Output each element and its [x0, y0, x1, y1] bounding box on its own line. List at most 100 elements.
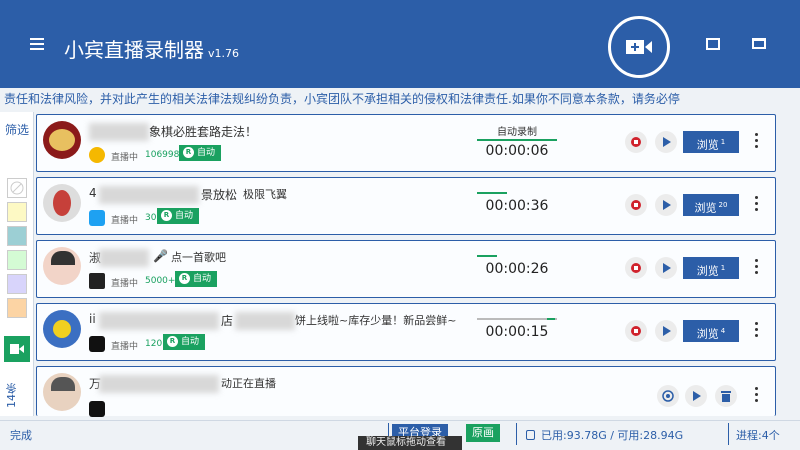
- mic-icon: 🎤: [153, 249, 168, 263]
- record-toggle-button[interactable]: [657, 385, 679, 407]
- disclaimer-marquee: 责任和法律风险，并对此产生的相关法律法规纠纷负责，小宾团队不承担相关的侵权和法律…: [4, 92, 680, 106]
- stop-record-icon: [631, 200, 641, 210]
- avatar: [43, 121, 81, 159]
- avatar: [43, 373, 81, 411]
- play-icon: [693, 391, 701, 401]
- more-menu-icon[interactable]: [753, 259, 759, 277]
- disk-icon: [526, 430, 535, 440]
- stream-title: 象棋必胜套路走法！: [149, 125, 258, 139]
- redacted-name: [235, 312, 295, 330]
- play-button[interactable]: [655, 257, 677, 279]
- menu-icon[interactable]: [30, 38, 44, 50]
- play-button[interactable]: [655, 320, 677, 342]
- stream-subtitle: 极限飞翼: [243, 188, 287, 201]
- stream-card[interactable]: 淑 🎤 点一首歌吧 直播中 5000+ 自动 00:00:26 浏览1: [36, 240, 776, 298]
- record-label: 自动录制: [497, 127, 537, 138]
- redacted-name: [99, 375, 219, 393]
- stop-record-icon: [631, 326, 641, 336]
- filter-swatch-orange[interactable]: [7, 298, 27, 318]
- more-menu-icon[interactable]: [753, 387, 759, 405]
- live-status: 直播中: [111, 279, 139, 289]
- divider: [516, 423, 517, 445]
- play-button[interactable]: [655, 194, 677, 216]
- app-title: 小宾直播录制器 v1.76: [64, 38, 240, 62]
- stop-record-button[interactable]: [625, 194, 647, 216]
- play-icon: [663, 137, 671, 147]
- viewer-count: 5000+: [145, 276, 176, 286]
- stream-title-start: ii: [89, 312, 96, 326]
- stream-card[interactable]: 4 景放松 极限飞翼 直播中 30 自动 00:00:36 浏览20: [36, 177, 776, 235]
- video-icon: [10, 344, 24, 354]
- process-count: 进程:4个: [736, 429, 780, 442]
- avatar: [43, 310, 81, 348]
- more-menu-icon[interactable]: [753, 322, 759, 340]
- stream-card[interactable]: 万 动正在直播: [36, 366, 776, 417]
- auto-record-badge[interactable]: 自动: [179, 145, 222, 161]
- stream-title: 点一首歌吧: [171, 251, 226, 264]
- record-timer: 00:00:36: [485, 198, 549, 214]
- play-icon: [663, 263, 671, 273]
- window-restore-button[interactable]: [706, 38, 720, 50]
- browse-button[interactable]: 浏览 1: [683, 257, 739, 279]
- disk-usage: 已用:93.78G / 可用:28.94G: [526, 427, 683, 443]
- stop-record-button[interactable]: [625, 257, 647, 279]
- douyin-icon: [89, 401, 105, 417]
- avatar: [43, 247, 81, 285]
- record-circle-icon: [662, 390, 674, 402]
- record-progress: [477, 255, 497, 257]
- auto-record-badge[interactable]: 自动: [157, 208, 200, 224]
- live-status: 直播中: [111, 342, 139, 352]
- record-timer: 00:00:26: [485, 261, 549, 277]
- redacted-name: [99, 312, 219, 330]
- browse-button[interactable]: 浏览 4: [683, 320, 739, 342]
- filter-swatch-purple[interactable]: [7, 274, 27, 294]
- divider: [728, 423, 729, 445]
- stop-record-icon: [631, 137, 641, 147]
- bilibili-icon: [89, 210, 105, 226]
- trash-icon: [721, 391, 731, 402]
- stream-card[interactable]: ii 店 饼上线啦~库存少量！新品尝鲜~ 直播中 120 自动 00:00:15…: [36, 303, 776, 361]
- record-timer: 00:00:15: [485, 324, 549, 340]
- play-button[interactable]: [685, 385, 707, 407]
- viewer-count: 30: [145, 213, 157, 223]
- stream-title-start: 4: [89, 186, 97, 200]
- count-tab: 14条: [5, 383, 18, 409]
- record-progress: [547, 318, 555, 320]
- redacted-name: [99, 186, 199, 204]
- delete-button[interactable]: [715, 385, 737, 407]
- record-timer: 00:00:06: [485, 143, 549, 159]
- status-text: 完成: [10, 429, 32, 442]
- viewer-count: 106998: [145, 150, 180, 160]
- stop-record-button[interactable]: [625, 320, 647, 342]
- stream-subtitle: 饼上线啦~库存少量！新品尝鲜~: [295, 314, 457, 327]
- camera-plus-icon: [626, 40, 652, 54]
- stop-record-icon: [631, 263, 641, 273]
- redacted-name: [89, 123, 149, 141]
- stream-title: 景放松: [201, 188, 238, 202]
- more-menu-icon[interactable]: [753, 196, 759, 214]
- live-status: 直播中: [111, 153, 139, 163]
- douyin-icon: [89, 336, 105, 352]
- play-icon: [663, 326, 671, 336]
- filter-swatch-clear[interactable]: [7, 178, 27, 198]
- filter-swatch-teal[interactable]: [7, 226, 27, 246]
- auto-record-badge[interactable]: 自动: [163, 334, 206, 350]
- redacted-name: [99, 249, 149, 267]
- filter-swatch-green[interactable]: [7, 250, 27, 270]
- source-quality-button[interactable]: 原画: [466, 424, 500, 442]
- browse-button[interactable]: 浏览 1: [683, 131, 739, 153]
- filter-tab[interactable]: 筛选: [4, 120, 30, 174]
- auto-record-badge[interactable]: 自动: [175, 271, 218, 287]
- stop-record-button[interactable]: [625, 131, 647, 153]
- browse-button[interactable]: 浏览 20: [683, 194, 739, 216]
- sidebar: 筛选 14条: [0, 112, 34, 416]
- stream-card[interactable]: 象棋必胜套路走法！ 直播中 106998 自动 自动录制 00:00:06 浏览…: [36, 114, 776, 172]
- add-recording-button[interactable]: [608, 16, 670, 78]
- video-filter-tab[interactable]: [4, 336, 30, 362]
- live-status: 直播中: [111, 216, 139, 226]
- more-menu-icon[interactable]: [753, 133, 759, 151]
- filter-swatch-yellow[interactable]: [7, 202, 27, 222]
- window-mini-button[interactable]: [752, 38, 766, 49]
- play-button[interactable]: [655, 131, 677, 153]
- viewer-count: 120: [145, 339, 163, 349]
